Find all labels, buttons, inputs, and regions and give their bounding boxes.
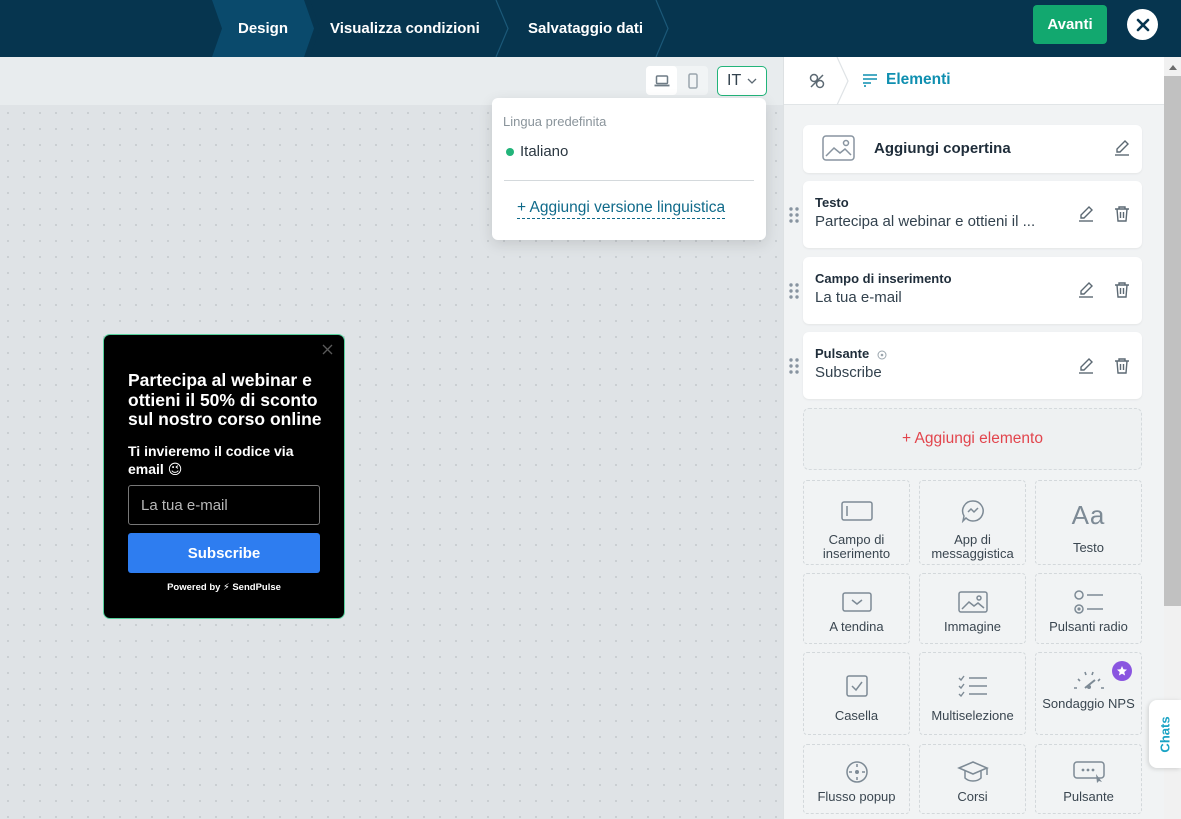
element-title: Campo di inserimento [815, 271, 952, 286]
powered-by-label: Powered by ⚡ SendPulse [167, 582, 281, 593]
image-icon [957, 591, 988, 613]
trash-icon[interactable] [1114, 281, 1130, 299]
tile-image[interactable]: Immagine [919, 573, 1026, 644]
active-dot-icon [506, 147, 514, 156]
chats-label: Chats [1157, 715, 1173, 753]
language-popover: Lingua predefinita Italiano + Aggiungi v… [492, 98, 766, 240]
design-theme-icon[interactable] [808, 72, 826, 90]
elements-list-icon [863, 74, 877, 87]
element-card-text[interactable]: Testo Partecipa al webinar e ottieni il … [803, 181, 1142, 248]
add-language-version-link[interactable]: + Aggiungi versione linguistica [517, 199, 726, 219]
add-cover-card[interactable]: Aggiungi copertina [803, 125, 1142, 173]
tile-messenger-app[interactable]: App di messaggistica [919, 480, 1026, 565]
dropdown-icon [841, 592, 872, 612]
button-icon [1072, 761, 1105, 783]
tile-label: Testo [1072, 540, 1105, 555]
tile-button[interactable]: Pulsante [1035, 744, 1142, 814]
preview-title: Partecipa al webinar e ottieni il 50% di… [128, 370, 322, 429]
language-selector[interactable]: IT [717, 66, 767, 96]
add-element-button[interactable]: + Aggiungi elemento [803, 408, 1142, 470]
element-value: Partecipa al webinar e ottieni il ... [815, 213, 1036, 230]
close-editor-button[interactable] [1127, 9, 1158, 40]
tile-popup-flow[interactable]: Flusso popup [803, 744, 910, 814]
drag-handle-icon[interactable] [789, 358, 799, 374]
element-value: Subscribe [815, 364, 882, 381]
tile-label: Immagine [943, 619, 1002, 634]
element-card-input-field[interactable]: Campo di inserimento La tua e-mail [803, 257, 1142, 324]
premium-star-icon [1112, 661, 1132, 681]
tile-multiselect[interactable]: Multiselezione [919, 652, 1026, 735]
close-icon [1136, 18, 1149, 31]
divider [504, 180, 754, 181]
radio-buttons-icon [1073, 590, 1103, 614]
tile-label: Pulsante [1063, 789, 1114, 804]
checkbox-icon [845, 675, 868, 697]
popup-flow-icon [845, 761, 868, 783]
device-switcher [646, 66, 708, 95]
tile-courses[interactable]: Corsi [919, 744, 1026, 814]
tile-text[interactable]: Aa Testo [1035, 480, 1142, 565]
tile-label: Flusso popup [817, 789, 896, 804]
preview-subscribe-button[interactable]: Subscribe [128, 533, 320, 573]
multiselect-icon [958, 675, 987, 697]
default-language-label: Lingua predefinita [503, 114, 607, 129]
drag-handle-icon[interactable] [789, 283, 799, 299]
tile-label: Corsi [957, 789, 988, 804]
tile-dropdown[interactable]: A tendina [803, 573, 910, 644]
step-separators [495, 0, 669, 57]
input-field-icon [840, 501, 873, 521]
chats-tab[interactable]: Chats [1149, 700, 1181, 768]
breadcrumb-separator [836, 57, 849, 105]
element-value: La tua e-mail [815, 289, 902, 306]
element-title-label: Pulsante [815, 346, 870, 361]
desktop-view-button[interactable] [646, 66, 677, 95]
next-button[interactable]: Avanti [1033, 5, 1107, 44]
popup-preview[interactable]: Partecipa al webinar e ottieni il 50% di… [103, 334, 345, 619]
panel-title: Elementi [862, 71, 951, 89]
tile-label: Pulsanti radio [1049, 619, 1128, 634]
info-icon[interactable] [877, 350, 887, 360]
tile-checkbox[interactable]: Casella [803, 652, 910, 735]
language-option-label: Italiano [520, 143, 569, 160]
tile-nps-survey[interactable]: Sondaggio NPS [1035, 652, 1142, 735]
courses-icon [956, 761, 989, 782]
nps-icon [1073, 671, 1104, 689]
drag-handle-icon[interactable] [789, 207, 799, 223]
pencil-icon[interactable] [1077, 281, 1095, 299]
trash-icon[interactable] [1114, 357, 1130, 375]
tile-label: Sondaggio NPS [1042, 696, 1135, 711]
pencil-icon[interactable] [1077, 205, 1095, 223]
scroll-up-arrow-icon[interactable] [1164, 60, 1181, 74]
text-icon: Aa [1071, 500, 1106, 530]
tile-label: Campo di inserimento [822, 532, 891, 561]
preview-subtitle: Ti invieremo il codice via email 😉 [128, 443, 294, 477]
tile-label: A tendina [829, 619, 884, 634]
element-title: Pulsante [815, 346, 887, 361]
preview-email-input[interactable]: La tua e-mail [128, 485, 320, 525]
mobile-icon [687, 72, 698, 89]
chevron-down-icon [747, 78, 757, 84]
pencil-icon[interactable] [1077, 357, 1095, 375]
scrollbar-thumb[interactable] [1164, 76, 1181, 606]
pencil-icon[interactable] [1113, 139, 1131, 157]
element-title: Testo [815, 195, 849, 210]
tile-label: Multiselezione [931, 708, 1014, 723]
elements-panel: Elementi Aggiungi copertina Testo Partec… [783, 57, 1165, 819]
trash-icon[interactable] [1114, 205, 1130, 223]
close-icon[interactable] [322, 344, 333, 355]
laptop-icon [654, 74, 669, 86]
language-code: IT [727, 72, 742, 89]
messenger-icon [961, 500, 984, 523]
element-card-button[interactable]: Pulsante Subscribe [803, 332, 1142, 399]
tile-radio-buttons[interactable]: Pulsanti radio [1035, 573, 1142, 644]
image-icon [822, 135, 855, 161]
panel-header: Elementi [784, 57, 1165, 105]
panel-title-label: Elementi [886, 71, 951, 88]
tile-label: Casella [834, 708, 879, 723]
add-cover-label: Aggiungi copertina [874, 140, 1011, 157]
mobile-view-button[interactable] [677, 66, 708, 95]
language-option-italian[interactable]: Italiano [506, 143, 568, 160]
tile-label: App di messaggistica [931, 532, 1014, 561]
tile-input-field[interactable]: Campo di inserimento [803, 480, 910, 565]
